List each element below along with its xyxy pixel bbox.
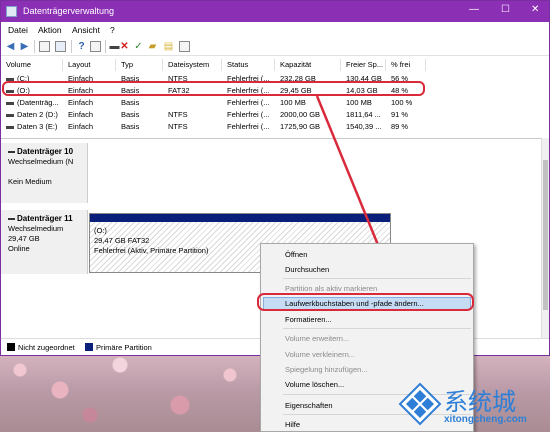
ctx-separator xyxy=(283,328,471,329)
watermark: 系统城 xitongcheng.com xyxy=(398,380,548,430)
annotation-highlight-menu-item xyxy=(257,293,474,311)
ctx-oeffnen[interactable]: Öffnen xyxy=(285,250,307,259)
ctx-durchsuchen[interactable]: Durchsuchen xyxy=(285,265,329,274)
ctx-volume-loeschen[interactable]: Volume löschen... xyxy=(285,380,344,389)
watermark-logo-icon xyxy=(398,382,442,426)
ctx-volume-erweitern: Volume erweitern... xyxy=(285,334,350,343)
ctx-volume-verkleinern: Volume verkleinern... xyxy=(285,350,356,359)
ctx-formatieren[interactable]: Formatieren... xyxy=(285,315,332,324)
ctx-hilfe[interactable]: Hilfe xyxy=(285,420,300,429)
watermark-text: 系统城 xyxy=(444,388,516,416)
ctx-eigenschaften[interactable]: Eigenschaften xyxy=(285,401,333,410)
ctx-spiegelung: Spiegelung hinzufügen... xyxy=(285,365,368,374)
watermark-url: xitongcheng.com xyxy=(444,414,527,425)
ctx-separator xyxy=(283,278,471,279)
ctx-partition-aktiv: Partition als aktiv markieren xyxy=(285,284,378,293)
